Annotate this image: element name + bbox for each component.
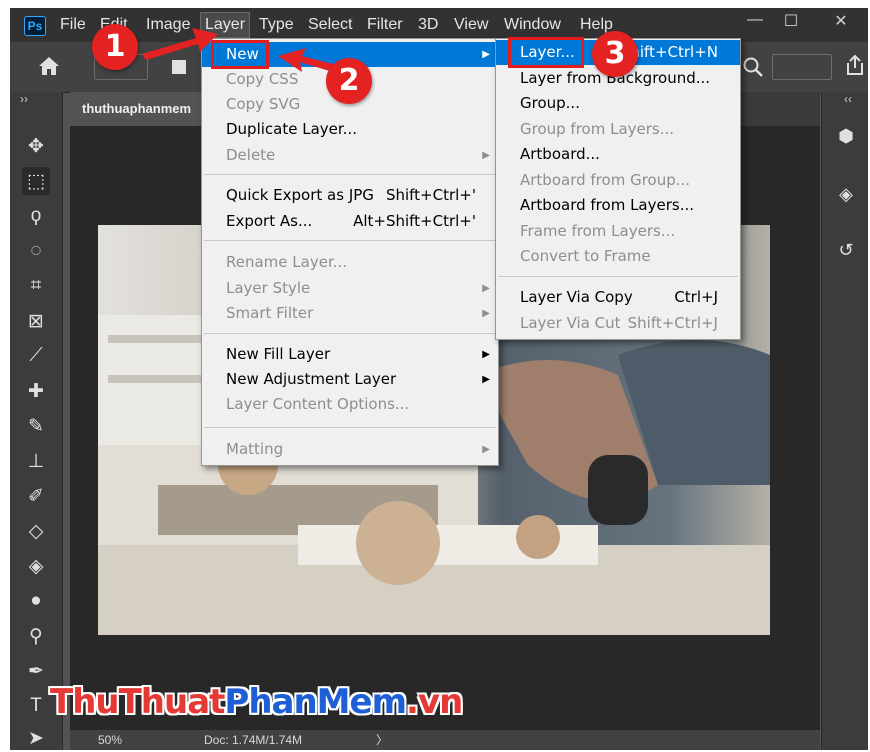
marquee-tool-icon[interactable]: ⬚	[22, 167, 50, 195]
move-tool-icon[interactable]: ✥	[22, 132, 50, 160]
minimize-button[interactable]: —	[740, 11, 770, 29]
submenu-item-artboard-from-group: Artboard from Group...	[520, 171, 691, 189]
submenu-item-artboard-from-layers[interactable]: Artboard from Layers...	[496, 193, 740, 218]
arrow-1-icon	[142, 28, 218, 60]
menu-item-smart-filter: Smart Filter ▶	[202, 301, 498, 326]
menu-3d[interactable]: 3D	[418, 16, 438, 34]
submenu-arrow-icon: ▶	[482, 374, 490, 385]
menu-item-quick-export[interactable]: Quick Export as JPG Shift+Ctrl+'	[202, 183, 498, 208]
search-icon[interactable]	[742, 56, 764, 78]
menu-item-delete: Delete ▶	[202, 143, 498, 168]
submenu-arrow-icon: ▶	[482, 444, 490, 455]
panel-dock: ‹‹ ⬢ ◈ ↺	[821, 92, 868, 750]
toolbar-collapse-icon[interactable]: ››	[20, 92, 28, 106]
menu-separator	[204, 174, 496, 175]
menu-type[interactable]: Type	[259, 16, 294, 34]
pen-tool-icon[interactable]: ✒	[22, 657, 50, 685]
healing-tool-icon[interactable]: ✚	[22, 377, 50, 405]
watermark: ThuThuatPhanMem.vn	[50, 682, 463, 722]
submenu-arrow-icon: ▶	[482, 349, 490, 360]
brush-tool-icon[interactable]: ✎	[22, 412, 50, 440]
menu-window[interactable]: Window	[504, 16, 561, 34]
paint-bucket-tool-icon[interactable]: ◈	[22, 552, 50, 580]
shape-mode-icon[interactable]	[172, 60, 186, 74]
menu-item-layer-style: Layer Style ▶	[202, 276, 498, 301]
menu-item-layer-content-options: Layer Content Options...	[226, 395, 410, 413]
menu-item-new-fill-layer[interactable]: New Fill Layer ▶	[202, 342, 498, 367]
menu-separator	[498, 276, 738, 277]
submenu-item-frame-from-layers: Frame from Layers...	[520, 222, 676, 240]
doc-info: Doc: 1.74M/1.74M	[204, 733, 303, 747]
submenu-item-group[interactable]: Group...	[496, 91, 740, 116]
submenu-arrow-icon: ▶	[482, 49, 490, 60]
history-panel-icon[interactable]: ↺	[834, 240, 858, 264]
submenu-item-artboard[interactable]: Artboard...	[496, 142, 740, 167]
highlight-box-layer	[508, 37, 584, 68]
submenu-item-group-from-layers: Group from Layers...	[520, 120, 675, 138]
close-button[interactable]: ✕	[826, 11, 856, 31]
eyedropper-tool-icon[interactable]: ⟋	[22, 342, 50, 370]
dodge-tool-icon[interactable]: ⚲	[22, 622, 50, 650]
menu-item-duplicate-layer[interactable]: Duplicate Layer...	[202, 117, 498, 142]
submenu-item-layer-via-copy[interactable]: Layer Via Copy Ctrl+J	[496, 285, 740, 310]
step-2-badge: 2	[326, 58, 372, 104]
blur-tool-icon[interactable]: ●	[22, 587, 50, 615]
workspace-switcher[interactable]	[772, 54, 832, 80]
submenu-item-convert-to-frame: Convert to Frame	[520, 247, 651, 265]
menu-item-rename-layer: Rename Layer...	[226, 253, 348, 271]
submenu-arrow-icon: ▶	[482, 283, 490, 294]
submenu-item-layer-via-cut: Layer Via Cut Shift+Ctrl+J	[520, 314, 718, 332]
share-icon[interactable]	[844, 54, 866, 76]
menu-select[interactable]: Select	[308, 16, 352, 34]
menu-item-matting: Matting ▶	[202, 437, 498, 462]
menu-separator	[204, 427, 496, 428]
layers-panel-icon[interactable]: ◈	[834, 184, 858, 208]
type-tool-icon[interactable]: T	[22, 692, 50, 720]
history-brush-tool-icon[interactable]: ✐	[22, 482, 50, 510]
menu-separator	[204, 240, 496, 241]
menu-item-export-as[interactable]: Export As... Alt+Shift+Ctrl+'	[202, 209, 498, 234]
menu-view[interactable]: View	[454, 16, 488, 34]
submenu-arrow-icon: ▶	[482, 308, 490, 319]
status-expand-icon[interactable]: 〉	[376, 730, 388, 750]
frame-tool-icon[interactable]: ⊠	[22, 307, 50, 335]
step-1-badge: 1	[92, 24, 138, 70]
lasso-tool-icon[interactable]: ϙ	[22, 202, 50, 230]
tools-panel: ›› ✥ ⬚ ϙ ◌ ⌗ ⊠ ⟋ ✚ ✎ ⊥ ✐ ◇ ◈ ● ⚲ ✒ T ➤	[10, 92, 63, 750]
step-3-badge: 3	[592, 31, 638, 77]
status-bar: 50% Doc: 1.74M/1.74M 〉	[70, 730, 820, 750]
path-select-tool-icon[interactable]: ➤	[22, 724, 50, 750]
quick-select-tool-icon[interactable]: ◌	[22, 237, 50, 265]
3d-panel-icon[interactable]: ⬢	[834, 126, 858, 150]
crop-tool-icon[interactable]: ⌗	[22, 272, 50, 300]
menu-file[interactable]: File	[60, 16, 86, 34]
menu-separator	[204, 333, 496, 334]
zoom-level[interactable]: 50%	[98, 730, 122, 750]
maximize-button[interactable]: ☐	[776, 11, 806, 31]
menu-bar: Ps File Edit Image Layer Type Select Fil…	[10, 8, 868, 42]
photoshop-logo-icon: Ps	[24, 16, 46, 36]
home-icon[interactable]	[38, 56, 60, 76]
eraser-tool-icon[interactable]: ◇	[22, 517, 50, 545]
panel-collapse-icon[interactable]: ‹‹	[844, 92, 852, 106]
submenu-arrow-icon: ▶	[482, 150, 490, 161]
new-submenu: Layer... Shift+Ctrl+N Layer from Backgrou…	[495, 38, 741, 340]
menu-filter[interactable]: Filter	[367, 16, 403, 34]
stamp-tool-icon[interactable]: ⊥	[22, 447, 50, 475]
menu-item-new-adjustment-layer[interactable]: New Adjustment Layer ▶	[202, 367, 498, 392]
